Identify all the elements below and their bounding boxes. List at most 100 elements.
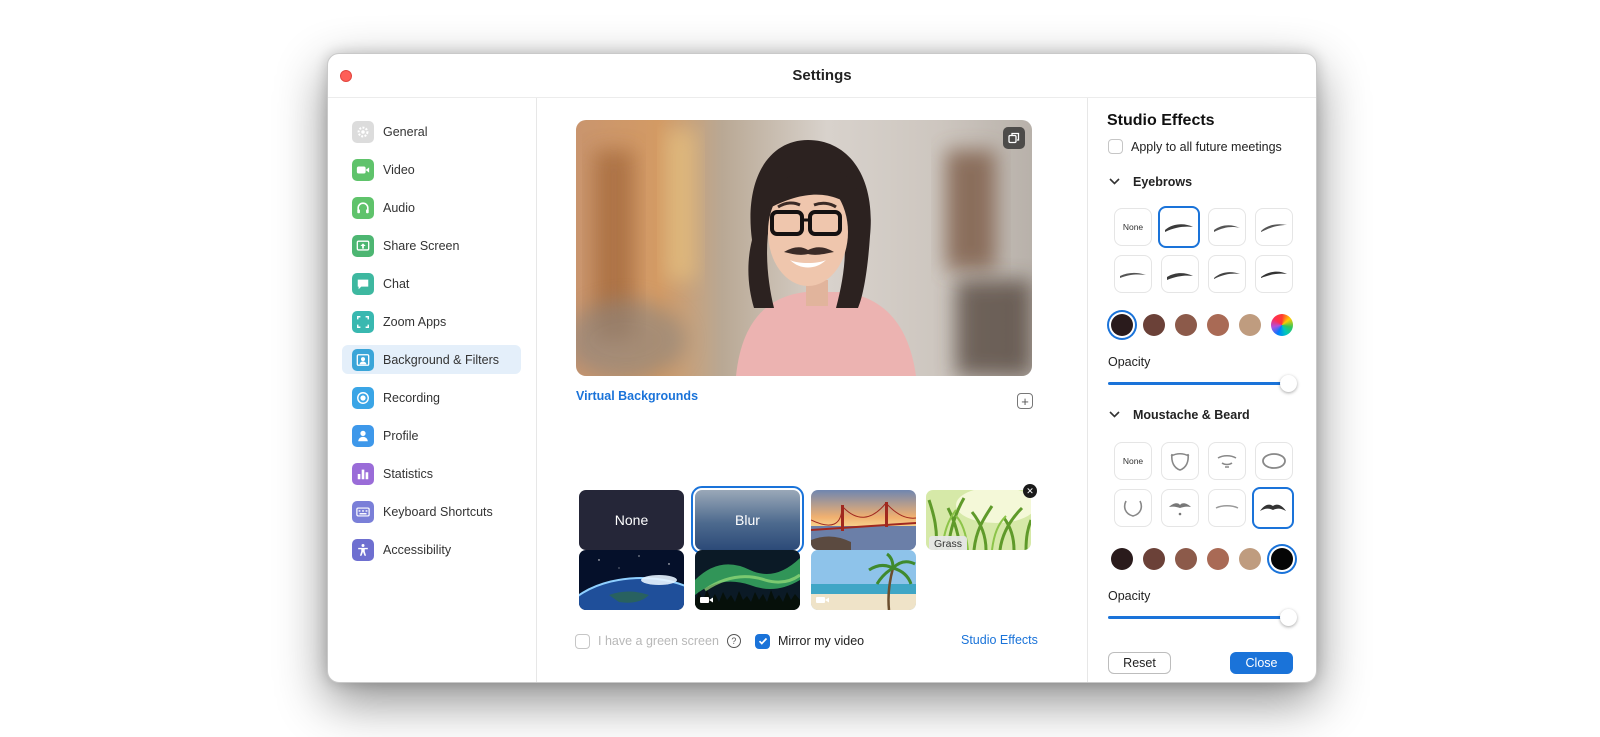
headphones-icon [352, 196, 374, 219]
add-background-button[interactable]: + [1017, 393, 1033, 409]
mirror-video-checkbox[interactable] [755, 633, 770, 649]
sidebar-item-accessibility[interactable]: Accessibility [342, 535, 521, 564]
background-option-earth[interactable] [579, 550, 684, 610]
eyebrow-option-1[interactable] [1158, 206, 1200, 248]
sidebar-item-label: Keyboard Shortcuts [383, 504, 493, 519]
sidebar-item-zoom-apps[interactable]: Zoom Apps [342, 307, 521, 336]
green-screen-option[interactable]: I have a green screen ? [575, 632, 741, 650]
person-icon [352, 424, 374, 447]
eyebrows-section-toggle[interactable]: Eyebrows [1109, 175, 1192, 189]
background-option-aurora[interactable] [695, 550, 800, 610]
sidebar-item-label: Chat [383, 276, 410, 291]
sidebar-item-statistics[interactable]: Statistics [342, 459, 521, 488]
sidebar-item-share-screen[interactable]: Share Screen [342, 231, 521, 260]
accessibility-icon [352, 538, 374, 561]
eyebrow-option-3[interactable] [1255, 208, 1293, 246]
background-option-golden-gate[interactable] [811, 490, 916, 550]
eyebrow-color-swatch[interactable] [1111, 314, 1133, 336]
plus-icon: + [1021, 393, 1029, 409]
apply-future-meetings-option[interactable]: Apply to all future meetings [1108, 139, 1282, 154]
beard-color-swatch[interactable] [1175, 548, 1197, 570]
sidebar-item-recording[interactable]: Recording [342, 383, 521, 412]
beard-option-2[interactable] [1208, 442, 1246, 480]
beard-opacity-knob[interactable] [1280, 609, 1297, 626]
sidebar-item-keyboard-shortcuts[interactable]: Keyboard Shortcuts [342, 497, 521, 526]
video-camera-icon [352, 158, 374, 181]
mirror-video-option[interactable]: Mirror my video [755, 632, 864, 650]
beard-option-none[interactable]: None [1114, 442, 1152, 480]
mirror-video-label: Mirror my video [778, 634, 865, 648]
sidebar-item-background-filters[interactable]: Background & Filters [342, 345, 521, 374]
beard-color-swatch[interactable] [1207, 548, 1229, 570]
beard-color-swatch[interactable] [1111, 548, 1133, 570]
eyebrow-option-7[interactable] [1255, 255, 1293, 293]
close-button[interactable]: Close [1230, 652, 1293, 674]
popout-preview-button[interactable] [1003, 127, 1025, 149]
eyebrow-opacity-slider[interactable] [1108, 382, 1288, 385]
eyebrow-opacity-knob[interactable] [1280, 375, 1297, 392]
keyboard-icon [352, 500, 374, 523]
eyebrow-color-swatch[interactable] [1143, 314, 1165, 336]
video-preview [576, 120, 1032, 376]
beard-style-icon [1123, 500, 1143, 517]
chat-bubble-icon [352, 272, 374, 295]
sidebar-item-general[interactable]: General [342, 117, 521, 146]
chevron-down-icon [1109, 176, 1123, 188]
background-option-label: Blur [735, 512, 760, 528]
beard-none-label: None [1122, 456, 1144, 466]
eyebrow-color-swatch[interactable] [1175, 314, 1197, 336]
help-icon[interactable]: ? [726, 634, 741, 648]
beard-color-swatch[interactable] [1239, 548, 1261, 570]
background-option-none[interactable]: None [579, 490, 684, 550]
background-option-label: Grass [929, 536, 968, 550]
eyebrow-style-icon [1165, 224, 1193, 232]
video-camera-icon [700, 597, 709, 603]
reset-button[interactable]: Reset [1108, 652, 1171, 674]
eyebrow-style-icon [1214, 225, 1240, 232]
apply-future-meetings-label: Apply to all future meetings [1131, 139, 1282, 154]
sidebar-item-audio[interactable]: Audio [342, 193, 521, 222]
beard-option-4[interactable] [1114, 489, 1152, 527]
eyebrow-color-swatch[interactable] [1239, 314, 1261, 336]
eyebrow-option-4[interactable] [1114, 255, 1152, 293]
share-screen-icon [352, 234, 374, 257]
beard-option-3[interactable] [1255, 442, 1293, 480]
custom-color-picker[interactable] [1271, 314, 1293, 336]
beard-color-swatch[interactable] [1271, 548, 1293, 570]
beard-option-5[interactable] [1161, 489, 1199, 527]
sidebar-item-profile[interactable]: Profile [342, 421, 521, 450]
beard-option-1[interactable] [1161, 442, 1199, 480]
sidebar-item-label: Statistics [383, 466, 434, 481]
beard-option-7[interactable] [1252, 487, 1294, 529]
popout-icon [1008, 132, 1020, 144]
studio-effects-title: Studio Effects [1107, 112, 1215, 129]
beard-color-swatch[interactable] [1143, 548, 1165, 570]
remove-background-button[interactable]: ✕ [1023, 484, 1037, 498]
background-option-blur[interactable]: Blur [691, 486, 804, 554]
beard-opacity-slider[interactable] [1108, 616, 1288, 619]
background-filters-panel: Virtual Backgrounds + None Blur Grass ✕ … [538, 98, 1088, 682]
background-option-beach[interactable] [811, 550, 916, 610]
eyebrow-option-2[interactable] [1208, 208, 1246, 246]
green-screen-checkbox[interactable] [575, 633, 590, 649]
eyebrow-style-icon [1261, 271, 1287, 278]
record-icon [352, 386, 374, 409]
aurora-thumbnail [695, 550, 800, 610]
beard-option-6[interactable] [1208, 489, 1246, 527]
eyebrow-option-none[interactable]: None [1114, 208, 1152, 246]
moustache-section-toggle[interactable]: Moustache & Beard [1109, 408, 1250, 422]
window-title: Settings [792, 67, 852, 84]
eyebrows-heading: Eyebrows [1133, 175, 1193, 189]
eyebrow-option-6[interactable] [1208, 255, 1246, 293]
sidebar-item-video[interactable]: Video [342, 155, 521, 184]
background-option-grass[interactable]: Grass [926, 490, 1031, 550]
green-screen-label: I have a green screen [598, 634, 719, 648]
virtual-backgrounds-heading: Virtual Backgrounds [576, 389, 699, 403]
studio-effects-link[interactable]: Studio Effects [961, 633, 1038, 647]
sidebar-item-label: General [383, 124, 428, 139]
eyebrow-option-5[interactable] [1161, 255, 1199, 293]
sidebar-item-chat[interactable]: Chat [342, 269, 521, 298]
apply-future-meetings-checkbox[interactable] [1108, 139, 1123, 154]
eyebrow-color-swatch[interactable] [1207, 314, 1229, 336]
sidebar-item-label: Profile [383, 428, 419, 443]
